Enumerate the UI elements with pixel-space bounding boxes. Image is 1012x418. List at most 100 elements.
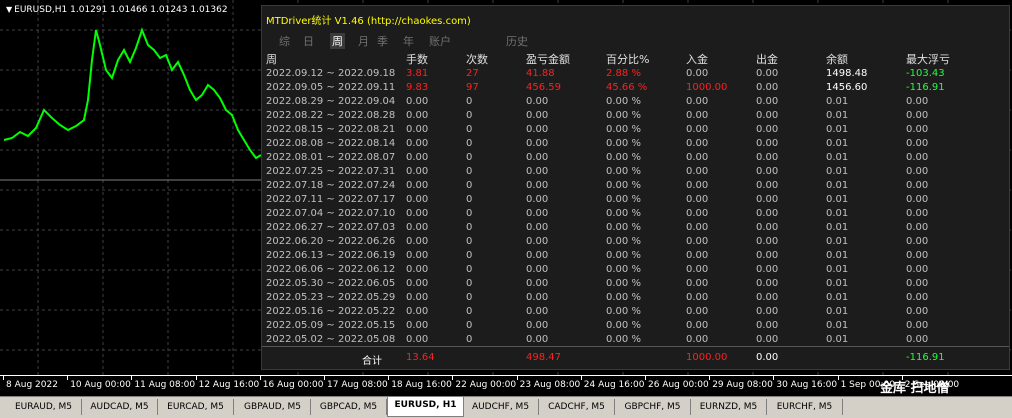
table-cell: 0.00: [406, 110, 429, 121]
table-row: 2022.05.02 ~ 2022.05.08 0.00 0 0.00 0.00 % 0.…: [266, 333, 986, 347]
table-cell: 0.00: [686, 194, 709, 205]
table-cell: 2022.07.11 ~ 2022.07.17: [266, 194, 396, 205]
table-cell: 0.00: [526, 222, 549, 233]
table-cell: 0.00: [906, 110, 929, 121]
table-cell: 2022.08.29 ~ 2022.09.04: [266, 96, 396, 107]
totals-row: 合计 13.64 498.47 1000.00 0.00 -116.91: [262, 346, 1009, 370]
nav-tab-5[interactable]: 年: [403, 33, 414, 49]
table-cell: 0.01: [826, 152, 849, 163]
table-cell: 0.00: [526, 236, 549, 247]
table-cell: 0.00: [756, 278, 779, 289]
nav-tab-3[interactable]: 月: [358, 33, 369, 49]
nav-tab-0[interactable]: 综: [279, 33, 290, 49]
table-cell: 0.01: [826, 320, 849, 331]
table-cell: 0.00: [406, 306, 429, 317]
chart-tab[interactable]: AUDCAD, M5: [82, 399, 158, 415]
table-cell: 0.01: [826, 334, 849, 345]
column-header-6: 出金: [756, 53, 778, 66]
table-cell: 2022.07.25 ~ 2022.07.31: [266, 166, 396, 177]
table-cell: 0.00: [526, 96, 549, 107]
table-cell: 0.00: [526, 152, 549, 163]
table-cell: 0: [466, 222, 473, 233]
table-cell: 0.00: [526, 208, 549, 219]
nav-tab-6[interactable]: 账户: [429, 33, 451, 49]
table-cell: 0.00: [686, 110, 709, 121]
table-cell: 0.00: [756, 152, 779, 163]
table-cell: 0.00: [526, 180, 549, 191]
table-cell: 0.00: [406, 152, 429, 163]
table-cell: 2.88 %: [606, 68, 641, 79]
table-cell: 2022.05.09 ~ 2022.05.15: [266, 320, 396, 331]
table-cell: 2022.08.22 ~ 2022.08.28: [266, 110, 396, 121]
column-header-7: 余额: [826, 53, 848, 66]
time-axis-label: 12 Aug 16:00: [195, 376, 260, 390]
table-cell: 0: [466, 166, 473, 177]
table-cell: 0.00: [756, 236, 779, 247]
table-cell: 0.00: [686, 222, 709, 233]
nav-tab-2[interactable]: 周: [330, 33, 345, 49]
table-cell: 0.00: [906, 124, 929, 135]
chart-symbol-header: ▼ EURUSD,H1 1.01291 1.01466 1.01243 1.013…: [6, 5, 228, 15]
table-cell: 0.00: [686, 96, 709, 107]
time-axis-label: 22 Aug 00:00: [452, 376, 517, 390]
chart-tab[interactable]: EURCAD, M5: [158, 399, 234, 415]
table-cell: 3.81: [406, 68, 429, 79]
chart-tab[interactable]: GBPCAD, M5: [311, 399, 387, 415]
table-cell: 0.00: [526, 306, 549, 317]
table-cell: 0.00: [756, 180, 779, 191]
table-row: 2022.06.20 ~ 2022.06.26 0.00 0 0.00 0.00 % 0.…: [266, 235, 986, 249]
chart-tab[interactable]: GBPAUD, M5: [235, 399, 311, 415]
table-cell: 0.00: [906, 334, 929, 345]
table-cell: 0.00: [406, 194, 429, 205]
table-cell: 0.00 %: [606, 110, 641, 121]
chart-tab[interactable]: AUDCHF, M5: [463, 399, 539, 415]
table-row: 2022.05.23 ~ 2022.05.29 0.00 0 0.00 0.00 % 0.…: [266, 291, 986, 305]
table-cell: 0: [466, 110, 473, 121]
table-cell: 0: [466, 292, 473, 303]
table-cell: 0.00 %: [606, 278, 641, 289]
table-cell: 0.00: [406, 208, 429, 219]
chart-tab[interactable]: GBPCHF, M5: [615, 399, 691, 415]
table-cell: 0.00: [686, 236, 709, 247]
nav-tab-1[interactable]: 日: [303, 33, 314, 49]
time-axis-label: 16 Aug 00:00: [259, 376, 324, 390]
chart-tabs: EURAUD, M5 AUDCAD, M5 EURCAD, M5 GBPAUD, M5…: [0, 396, 1012, 418]
chart-tab[interactable]: EURAUD, M5: [6, 399, 82, 415]
table-row: 2022.08.08 ~ 2022.08.14 0.00 0 0.00 0.00 % 0.…: [266, 137, 986, 151]
table-cell: 0.00: [686, 292, 709, 303]
table-cell: 0.00: [756, 264, 779, 275]
table-cell: 0.00: [756, 208, 779, 219]
chart-tab[interactable]: EURCHF, M5: [767, 399, 843, 415]
table-row: 2022.08.22 ~ 2022.08.28 0.00 0 0.00 0.00 % 0.…: [266, 109, 986, 123]
table-cell: 0.00: [906, 250, 929, 261]
table-cell: 0.00: [756, 96, 779, 107]
chart-tab[interactable]: CADCHF, M5: [539, 399, 615, 415]
table-cell: 0.00 %: [606, 194, 641, 205]
table-cell: 2022.06.06 ~ 2022.06.12: [266, 264, 396, 275]
table-cell: 0.00: [906, 306, 929, 317]
stats-body: 2022.09.12 ~ 2022.09.18 3.81 27 41.88 2.88 %…: [266, 67, 986, 347]
table-cell: 0: [466, 320, 473, 331]
nav-tab-4[interactable]: 季: [377, 33, 388, 49]
table-cell: 0.00: [406, 236, 429, 247]
chart-tab[interactable]: EURNZD, M5: [691, 399, 767, 415]
table-cell: 0.01: [826, 278, 849, 289]
table-cell: 0.00 %: [606, 250, 641, 261]
table-cell: 0.00: [906, 208, 929, 219]
table-cell: 0.00: [906, 292, 929, 303]
table-cell: 0.00: [686, 208, 709, 219]
table-cell: 0.00: [526, 320, 549, 331]
table-cell: 0.01: [826, 180, 849, 191]
chart-tab[interactable]: EURUSD, H1: [387, 397, 464, 417]
nav-tab-7[interactable]: 历史: [506, 33, 528, 49]
table-cell: 0: [466, 334, 473, 345]
table-cell: -103.43: [906, 68, 945, 79]
time-axis-label: 11 Aug 08:00: [131, 376, 196, 390]
table-cell: 2022.05.16 ~ 2022.05.22: [266, 306, 396, 317]
table-cell: 0.00: [406, 292, 429, 303]
table-cell: 0: [466, 278, 473, 289]
table-row: 2022.08.01 ~ 2022.08.07 0.00 0 0.00 0.00 % 0.…: [266, 151, 986, 165]
table-cell: 0.00: [406, 222, 429, 233]
table-cell: 0: [466, 138, 473, 149]
table-cell: 0.00: [406, 264, 429, 275]
